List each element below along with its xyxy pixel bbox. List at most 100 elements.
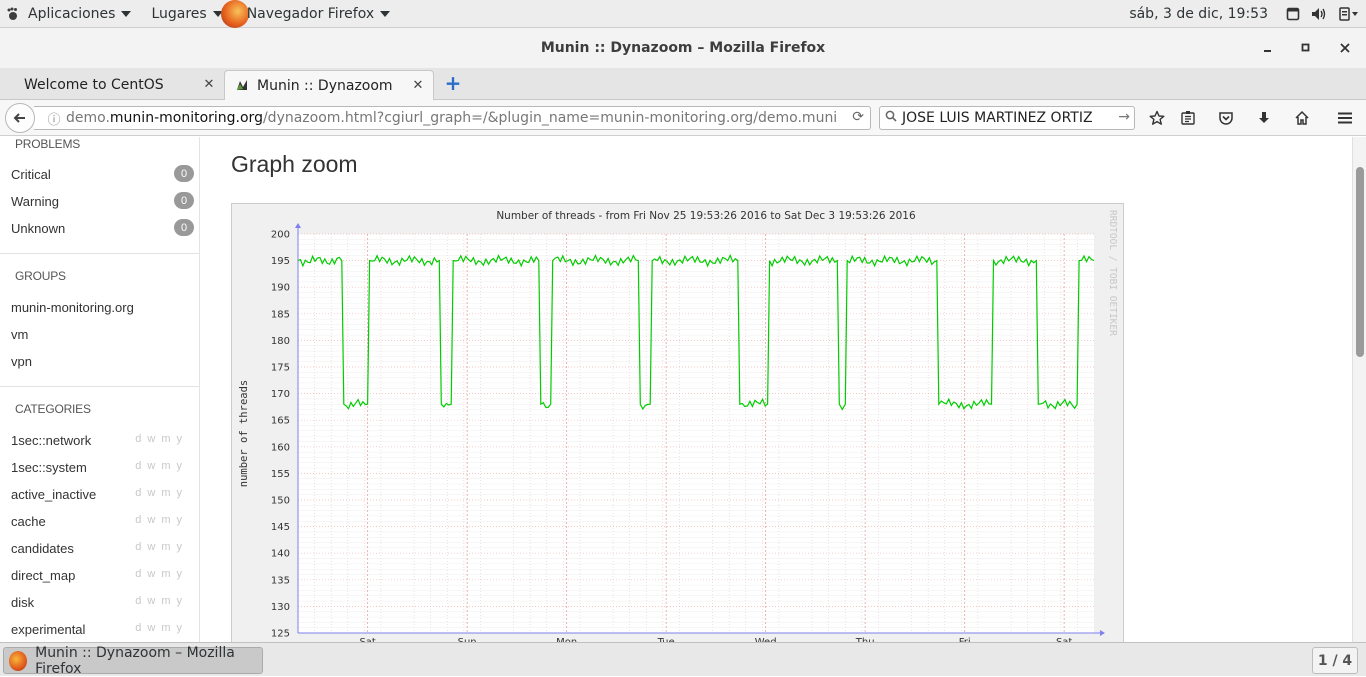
new-tab-icon[interactable]: +: [443, 73, 463, 94]
minimize-button[interactable]: [1249, 28, 1287, 68]
window-titlebar[interactable]: Munin :: Dynazoom – Mozilla Firefox: [0, 28, 1366, 68]
period-links[interactable]: dwmy: [135, 541, 188, 553]
group-link[interactable]: vpn: [11, 351, 194, 371]
reading-list-icon[interactable]: [1174, 106, 1202, 130]
category-link[interactable]: 1sec::system dwmy: [11, 457, 194, 477]
taskbar-firefox-window[interactable]: Munin :: Dynazoom – Mozilla Firefox: [3, 645, 263, 677]
clock[interactable]: sáb, 3 de dic, 19:53: [1129, 6, 1268, 22]
gnome-foot-icon: [6, 7, 20, 21]
category-label: experimental: [11, 621, 86, 637]
system-menu-icon[interactable]: [1332, 0, 1366, 28]
group-label: munin-monitoring.org: [11, 299, 134, 315]
period-links[interactable]: dwmy: [135, 595, 188, 607]
group-link[interactable]: vm: [11, 324, 194, 344]
period-links[interactable]: dwmy: [135, 433, 188, 445]
problem-label: Warning: [11, 193, 59, 209]
reload-icon[interactable]: ⟳: [852, 109, 864, 125]
category-link[interactable]: cache dwmy: [11, 511, 194, 531]
tab-strip: Welcome to CentOS ✕ Munin :: Dynazoom ✕: [0, 68, 1366, 100]
period-links[interactable]: dwmy: [135, 460, 188, 472]
hamburger-menu-icon[interactable]: [1331, 106, 1359, 130]
page-title: Graph zoom: [231, 151, 358, 177]
url-host: munin-monitoring.org: [109, 110, 263, 126]
search-go-icon[interactable]: →: [1118, 109, 1130, 125]
group-label: vpn: [11, 353, 32, 369]
category-link[interactable]: disk dwmy: [11, 592, 194, 612]
browser-label: Navegador Firefox: [246, 5, 375, 22]
close-tab-icon[interactable]: ✕: [202, 77, 216, 92]
bookmark-star-icon[interactable]: [1143, 106, 1171, 130]
pocket-icon[interactable]: [1212, 106, 1240, 130]
category-label: candidates: [11, 540, 74, 556]
url-prefix: demo.: [66, 110, 110, 126]
group-label: vm: [11, 326, 29, 342]
plot-area: [298, 234, 1094, 633]
count-badge: 0: [174, 165, 194, 182]
firefox-logo-icon: [220, 0, 249, 28]
period-links[interactable]: dwmy: [135, 568, 188, 580]
problems-title: PROBLEMS: [15, 137, 81, 151]
problem-label: Critical: [11, 166, 51, 182]
download-icon[interactable]: [1250, 106, 1278, 130]
category-link[interactable]: experimental dwmy: [11, 619, 194, 639]
graph-container[interactable]: 200 195 190 185 180 175 170 165 160 155 150 145 140 1…: [231, 203, 1124, 642]
chevron-down-icon: [380, 10, 391, 17]
group-link[interactable]: munin-monitoring.org: [11, 297, 194, 317]
workspace-pager[interactable]: 1 / 4: [1312, 647, 1358, 674]
chart-title: Number of threads - from Fri Nov 25 19:5…: [496, 210, 916, 222]
y-tick-label: 175: [271, 363, 290, 374]
count-badge: 0: [174, 192, 194, 209]
category-link[interactable]: direct_map dwmy: [11, 565, 194, 585]
problem-warning[interactable]: Warning 0: [11, 191, 194, 211]
maximize-button[interactable]: [1287, 28, 1325, 68]
places-label: Lugares: [151, 5, 207, 22]
y-tick-label: 195: [271, 256, 290, 267]
problem-critical[interactable]: Critical 0: [11, 164, 194, 184]
search-bar[interactable]: JOSE LUIS MARTINEZ ORTIZ →: [879, 106, 1135, 130]
y-axis-arrow: [295, 223, 301, 228]
y-tick-label: 180: [271, 336, 290, 347]
scrollbar-thumb[interactable]: [1356, 167, 1364, 357]
home-icon[interactable]: [1288, 106, 1316, 130]
close-window-button[interactable]: [1326, 28, 1364, 68]
munin-sidebar: PROBLEMS Critical 0 Warning 0 Unknown 0 …: [0, 137, 200, 642]
period-links[interactable]: dwmy: [135, 487, 188, 499]
y-axis-label: number of threads: [238, 380, 250, 487]
y-tick-label: 125: [271, 629, 290, 640]
y-tick-label: 190: [271, 283, 290, 294]
url-path: /dynazoom.html?cgiurl_graph=/&plugin_nam…: [262, 110, 836, 126]
applications-menu[interactable]: Aplicaciones: [0, 0, 139, 28]
y-tick-label: 185: [271, 309, 290, 320]
category-link[interactable]: 1sec::network dwmy: [11, 430, 194, 450]
volume-icon[interactable]: [1306, 0, 1332, 28]
tab-welcome-centos[interactable]: Welcome to CentOS ✕: [0, 70, 224, 100]
x-axis-arrow: [1100, 630, 1105, 636]
problem-unknown[interactable]: Unknown 0: [11, 218, 194, 238]
url-text[interactable]: demo.munin-monitoring.org/dynazoom.html?…: [66, 110, 836, 126]
y-tick-label: 170: [271, 389, 290, 400]
window-icon[interactable]: [1280, 0, 1306, 28]
y-tick-label: 145: [271, 522, 290, 533]
category-link[interactable]: candidates dwmy: [11, 538, 194, 558]
category-label: 1sec::network: [11, 432, 92, 448]
search-input[interactable]: JOSE LUIS MARTINEZ ORTIZ: [902, 110, 1093, 126]
places-menu[interactable]: Lugares: [143, 0, 230, 28]
main-column: Graph zoom 200 195 190 185 180 175 170 165 160 15…: [200, 137, 1352, 642]
top-panel: Aplicaciones Lugares Navegador Firefox s…: [0, 0, 1366, 28]
close-tab-icon[interactable]: ✕: [411, 78, 425, 93]
groups-title: GROUPS: [15, 269, 66, 283]
navigation-toolbar: ⓘ demo.munin-monitoring.org/dynazoom.htm…: [0, 100, 1366, 136]
tab-munin-dynazoom[interactable]: Munin :: Dynazoom ✕: [224, 70, 434, 100]
vertical-scrollbar[interactable]: [1352, 137, 1366, 642]
browser-app-menu[interactable]: Navegador Firefox: [220, 0, 398, 28]
site-info-icon[interactable]: ⓘ: [34, 109, 66, 128]
y-tick-label: 135: [271, 575, 290, 586]
category-label: disk: [11, 594, 35, 610]
category-link[interactable]: active_inactive dwmy: [11, 484, 194, 504]
y-tick-label: 160: [271, 442, 290, 453]
url-bar[interactable]: ⓘ demo.munin-monitoring.org/dynazoom.htm…: [34, 106, 871, 130]
threads-chart[interactable]: 200 195 190 185 180 175 170 165 160 155 150 145 140 1…: [232, 204, 1125, 642]
back-button[interactable]: [5, 103, 35, 133]
period-links[interactable]: dwmy: [135, 514, 188, 526]
period-links[interactable]: dwmy: [135, 622, 188, 634]
